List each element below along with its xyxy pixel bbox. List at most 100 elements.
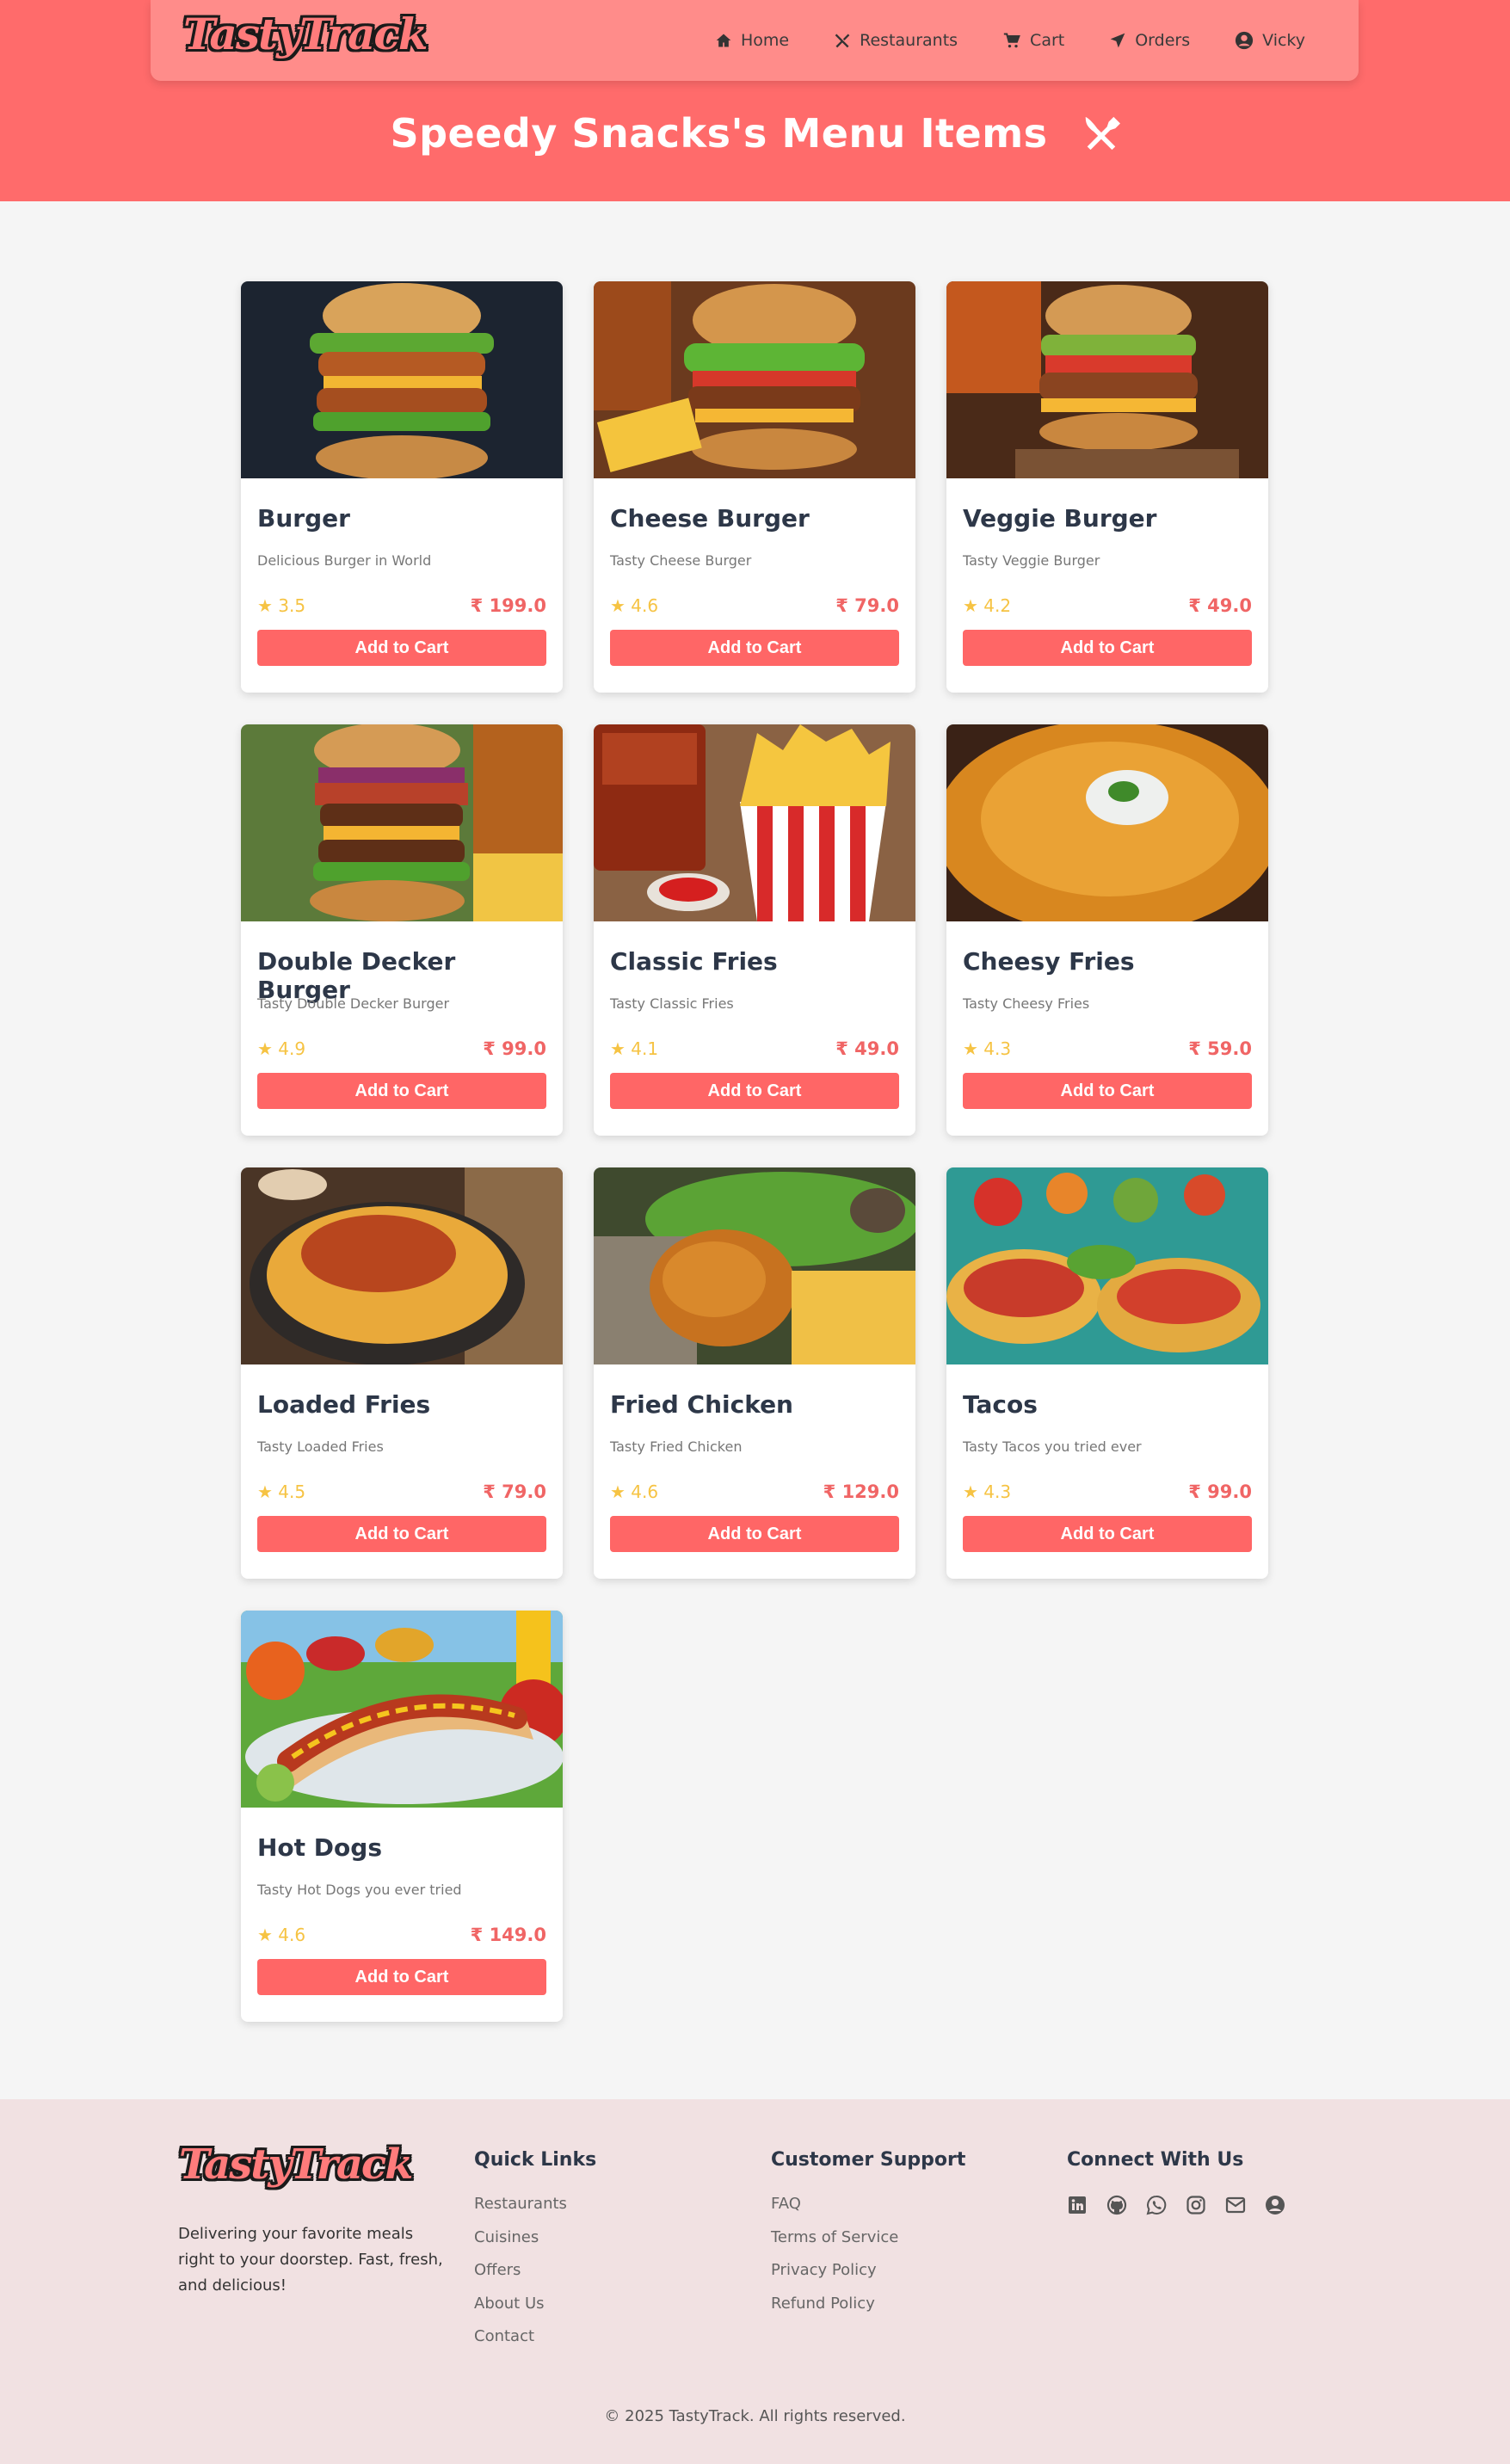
item-name: Loaded Fries (257, 1390, 431, 1419)
item-description: Delicious Burger in World (257, 552, 432, 569)
footer-link-about[interactable]: About Us (474, 2288, 596, 2321)
footer-link-restaurants[interactable]: Restaurants (474, 2188, 596, 2221)
footer-link-cuisines[interactable]: Cuisines (474, 2221, 596, 2255)
item-description: Tasty Hot Dogs you ever tried (257, 1882, 462, 1898)
copyright: © 2025 TastyTrack. All rights reserved. (604, 2407, 906, 2425)
item-description: Tasty Double Decker Burger (257, 995, 450, 1012)
utensils-icon (835, 34, 850, 48)
footer-link-offers[interactable]: Offers (474, 2254, 596, 2288)
footer-link-refund[interactable]: Refund Policy (771, 2288, 965, 2321)
food-image (594, 281, 915, 478)
utensils-icon (1085, 116, 1120, 151)
add-to-cart-button[interactable]: Add to Cart (610, 630, 899, 666)
support-title: Customer Support (771, 2149, 966, 2171)
food-image (241, 1167, 563, 1364)
nav-restaurants[interactable]: Restaurants (834, 31, 958, 50)
logo[interactable]: TastyTrack (183, 9, 428, 59)
item-name: Cheese Burger (610, 504, 810, 533)
nav-home-label: Home (741, 31, 790, 50)
add-to-cart-button[interactable]: Add to Cart (257, 1959, 546, 1995)
footer-logo[interactable]: TastyTrack (179, 2141, 413, 2189)
item-price: ₹ 49.0 (1188, 595, 1252, 616)
item-rating: ★ 4.9 (257, 1038, 306, 1059)
add-to-cart-button[interactable]: Add to Cart (963, 630, 1252, 666)
footer-link-terms[interactable]: Terms of Service (771, 2221, 965, 2255)
food-image (594, 1167, 915, 1364)
header-hero: TastyTrack Home Restaurants Cart Orders … (0, 0, 1510, 201)
whatsapp-icon[interactable] (1146, 2195, 1167, 2215)
item-rating: ★ 4.6 (610, 1481, 659, 1502)
item-price: ₹ 149.0 (470, 1925, 546, 1945)
home-icon (716, 34, 731, 47)
item-description: Tasty Cheesy Fries (963, 995, 1090, 1012)
item-price: ₹ 199.0 (470, 595, 546, 616)
nav-profile[interactable]: Vicky (1235, 31, 1305, 50)
add-to-cart-button[interactable]: Add to Cart (963, 1516, 1252, 1552)
item-meta: ★ 4.9 ₹ 99.0 (257, 1038, 546, 1059)
nav-orders-label: Orders (1135, 31, 1191, 50)
menu-card: Burger Delicious Burger in World ★ 3.5 ₹… (241, 281, 563, 693)
nav-orders[interactable]: Orders (1109, 31, 1190, 50)
item-description: Tasty Tacos you tried ever (963, 1438, 1142, 1455)
nav-cart-label: Cart (1030, 31, 1065, 50)
user-circle-icon[interactable] (1265, 2195, 1285, 2215)
nav-restaurants-label: Restaurants (860, 31, 958, 50)
food-image (241, 1611, 563, 1808)
nav-profile-label: Vicky (1262, 31, 1305, 50)
item-description: Tasty Cheese Burger (610, 552, 752, 569)
item-meta: ★ 4.5 ₹ 79.0 (257, 1481, 546, 1502)
item-description: Tasty Fried Chicken (610, 1438, 743, 1455)
instagram-icon[interactable] (1186, 2195, 1206, 2215)
item-rating: ★ 4.6 (257, 1925, 306, 1945)
item-name: Burger (257, 504, 350, 533)
item-price: ₹ 49.0 (835, 1038, 899, 1059)
item-description: Tasty Classic Fries (610, 995, 734, 1012)
page-title-row: Speedy Snacks's Menu Items (0, 110, 1510, 157)
menu-card: Cheesy Fries Tasty Cheesy Fries ★ 4.3 ₹ … (946, 724, 1268, 1136)
add-to-cart-button[interactable]: Add to Cart (610, 1516, 899, 1552)
connect-title: Connect With Us (1067, 2149, 1244, 2171)
add-to-cart-button[interactable]: Add to Cart (610, 1073, 899, 1109)
menu-card: Veggie Burger Tasty Veggie Burger ★ 4.2 … (946, 281, 1268, 693)
food-image (946, 281, 1268, 478)
menu-card: Double Decker Burger Tasty Double Decker… (241, 724, 563, 1136)
quick-links-title: Quick Links (474, 2149, 597, 2171)
menu-card: Tacos Tasty Tacos you tried ever ★ 4.3 ₹… (946, 1167, 1268, 1579)
item-rating: ★ 3.5 (257, 595, 306, 616)
item-name: Classic Fries (610, 947, 778, 976)
add-to-cart-button[interactable]: Add to Cart (257, 1073, 546, 1109)
item-meta: ★ 4.3 ₹ 99.0 (963, 1481, 1252, 1502)
food-image (241, 281, 563, 478)
food-image (946, 1167, 1268, 1364)
item-price: ₹ 99.0 (1188, 1481, 1252, 1502)
item-price: ₹ 79.0 (483, 1481, 546, 1502)
mail-icon[interactable] (1225, 2195, 1246, 2215)
send-icon (1110, 33, 1125, 48)
item-meta: ★ 4.2 ₹ 49.0 (963, 595, 1252, 616)
add-to-cart-button[interactable]: Add to Cart (963, 1073, 1252, 1109)
menu-card: Classic Fries Tasty Classic Fries ★ 4.1 … (594, 724, 915, 1136)
footer-link-contact[interactable]: Contact (474, 2320, 596, 2354)
linkedin-icon[interactable] (1067, 2195, 1088, 2215)
footer-link-faq[interactable]: FAQ (771, 2188, 965, 2221)
menu-grid: Burger Delicious Burger in World ★ 3.5 ₹… (241, 281, 1269, 2022)
add-to-cart-button[interactable]: Add to Cart (257, 630, 546, 666)
item-name: Fried Chicken (610, 1390, 793, 1419)
item-name: Veggie Burger (963, 504, 1157, 533)
item-rating: ★ 4.3 (963, 1038, 1012, 1059)
footer-connect: Connect With Us (1067, 2149, 1304, 2215)
footer-link-privacy[interactable]: Privacy Policy (771, 2254, 965, 2288)
item-meta: ★ 4.1 ₹ 49.0 (610, 1038, 899, 1059)
github-icon[interactable] (1106, 2195, 1127, 2215)
item-rating: ★ 4.2 (963, 595, 1012, 616)
item-description: Tasty Veggie Burger (963, 552, 1100, 569)
add-to-cart-button[interactable]: Add to Cart (257, 1516, 546, 1552)
item-name: Hot Dogs (257, 1833, 382, 1862)
item-name: Cheesy Fries (963, 947, 1135, 976)
nav-cart[interactable]: Cart (1002, 31, 1064, 50)
item-meta: ★ 3.5 ₹ 199.0 (257, 595, 546, 616)
item-rating: ★ 4.5 (257, 1481, 306, 1502)
item-price: ₹ 79.0 (835, 595, 899, 616)
food-image (241, 724, 563, 921)
nav-home[interactable]: Home (715, 31, 789, 50)
